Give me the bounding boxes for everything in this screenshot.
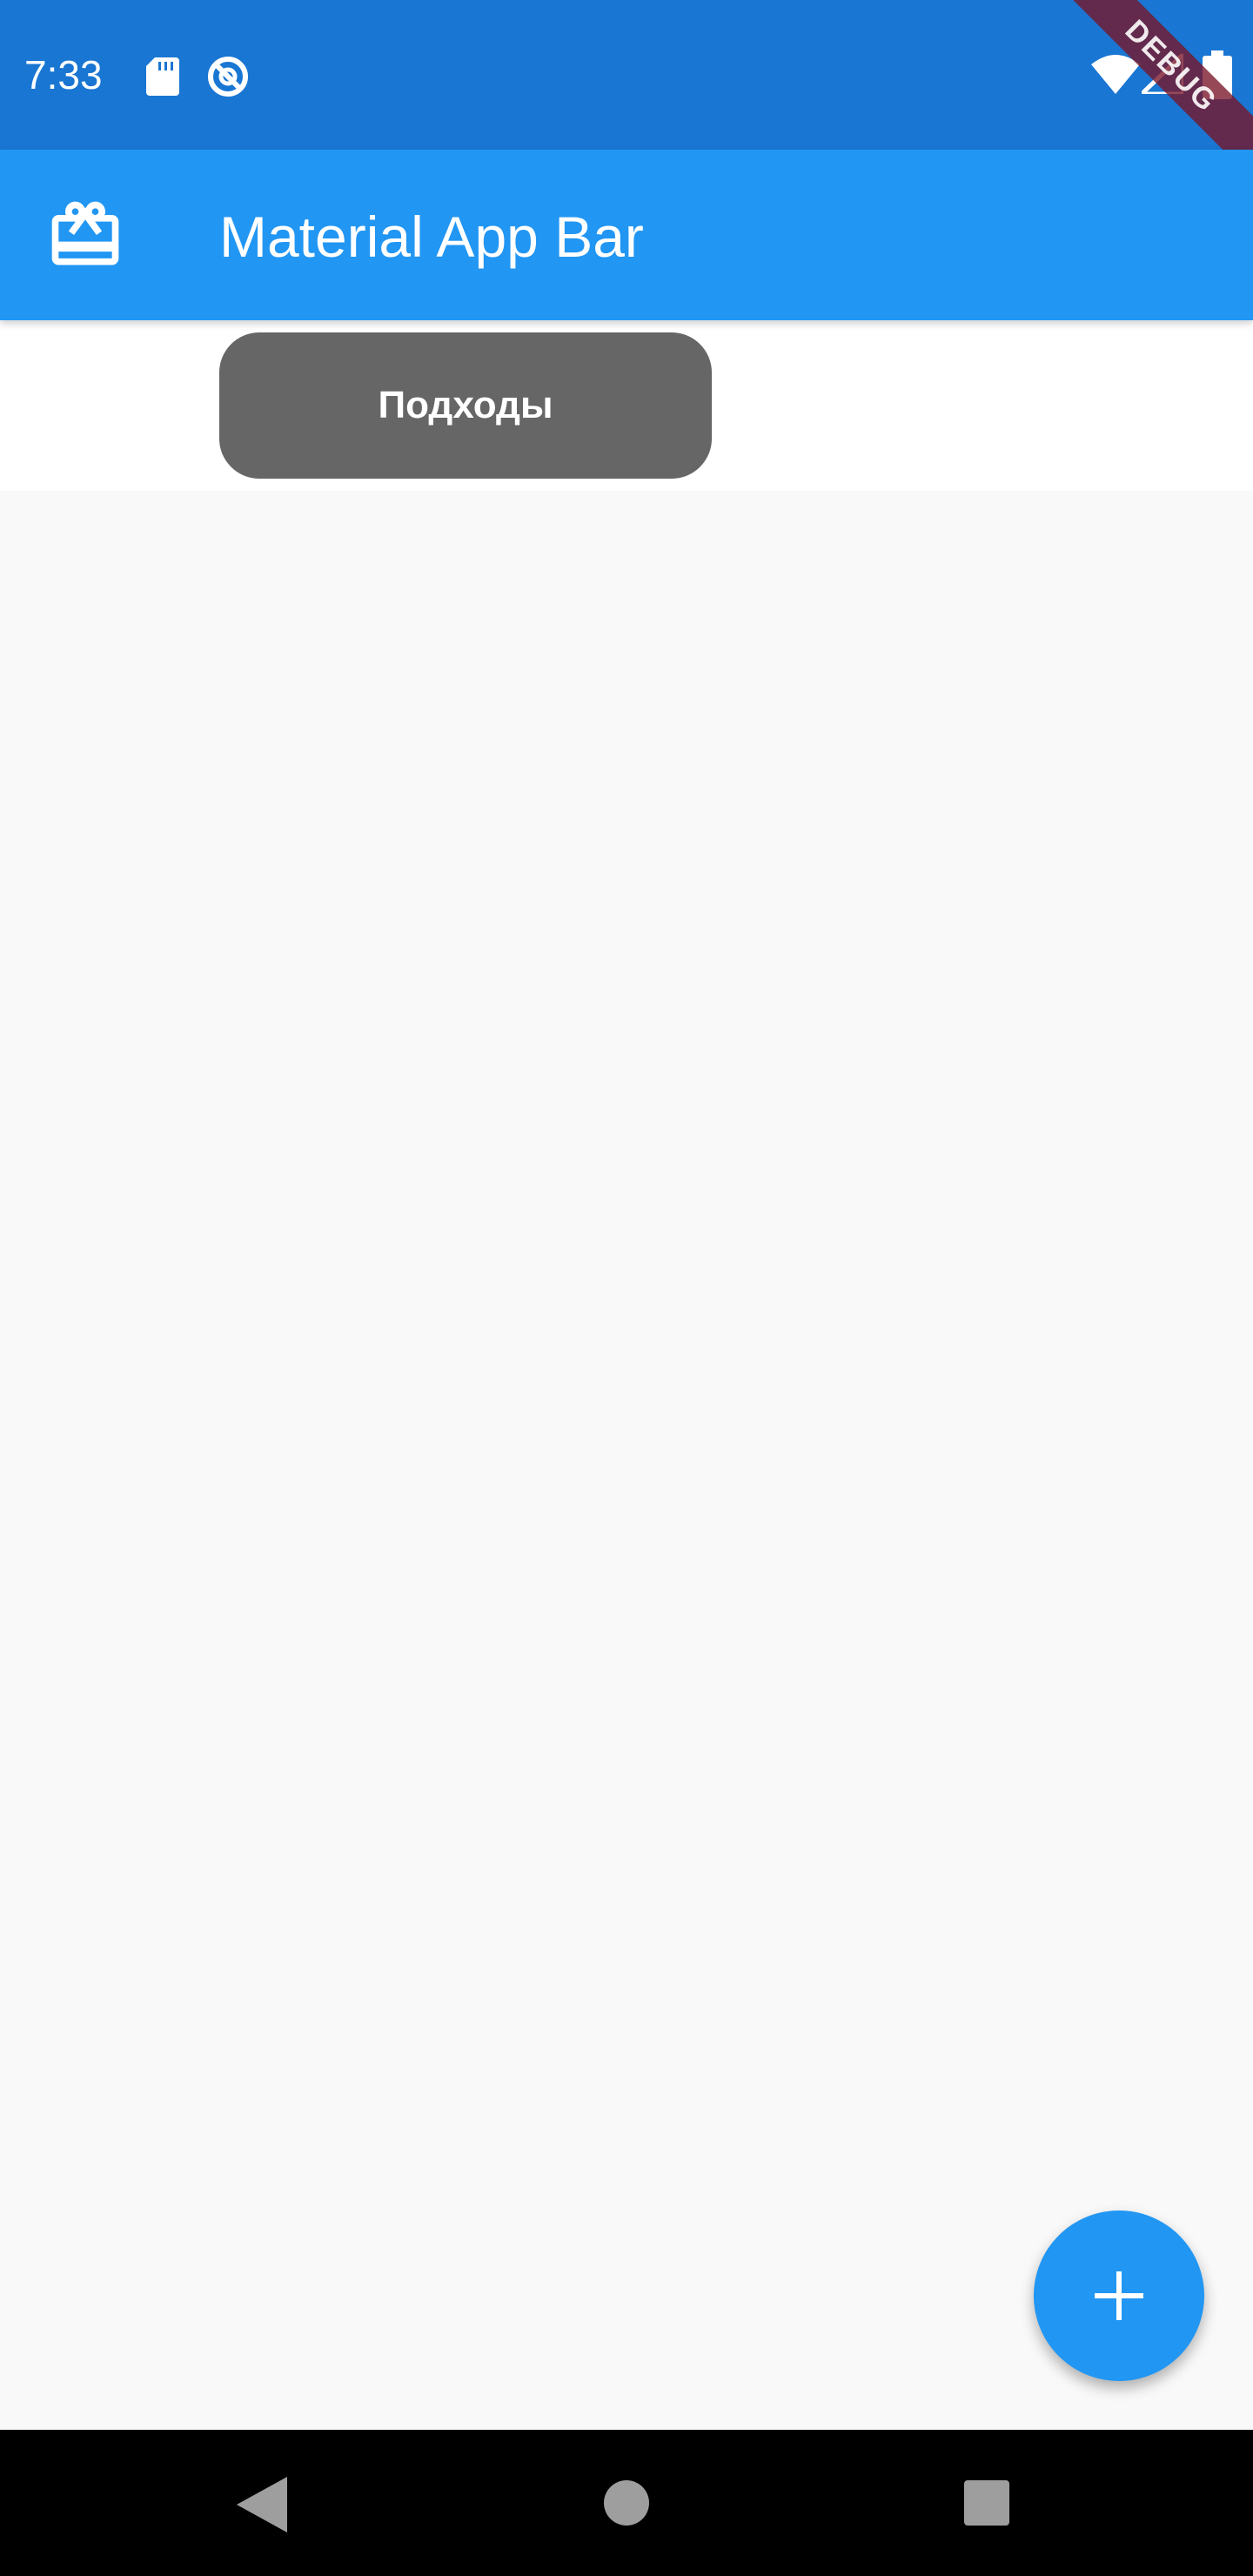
screen: 7:33 DEBUG Material App Bar Подходы	[0, 0, 1253, 2576]
system-nav-bar	[0, 2430, 1253, 2576]
plus-icon	[1095, 2271, 1143, 2320]
no-sync-icon	[208, 57, 248, 97]
add-fab-button[interactable]	[1034, 2210, 1204, 2381]
recents-icon[interactable]	[964, 2480, 1009, 2526]
tab-bar: Подходы	[0, 320, 1253, 491]
card-giftcard-icon[interactable]	[45, 195, 125, 275]
app-title: Material App Bar	[219, 205, 644, 269]
status-time: 7:33	[24, 52, 103, 97]
tab-approaches[interactable]: Подходы	[219, 332, 712, 479]
status-bar: 7:33 DEBUG	[0, 0, 1253, 199]
back-icon[interactable]	[237, 2477, 287, 2532]
home-icon[interactable]	[602, 2479, 651, 2527]
app-bar: Material App Bar	[0, 150, 1253, 320]
sd-card-icon	[146, 57, 179, 96]
